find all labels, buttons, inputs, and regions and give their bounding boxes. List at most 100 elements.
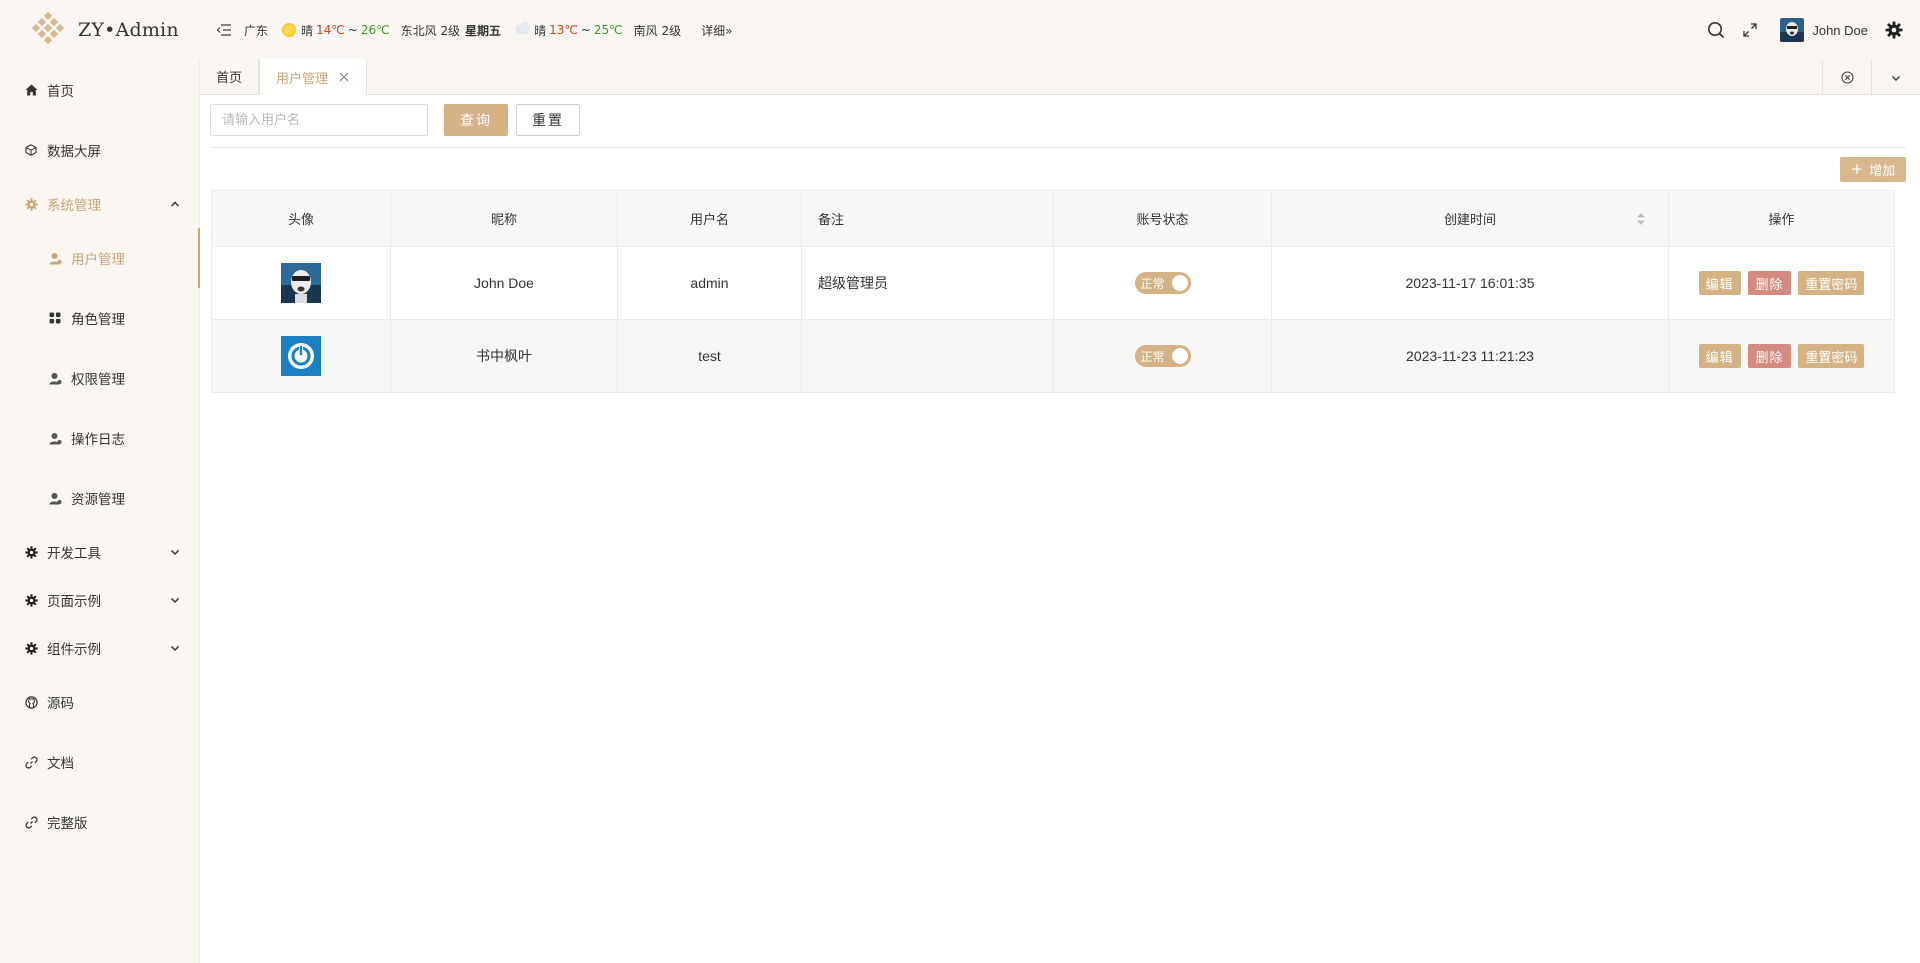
sidebar-item-full-version[interactable]: 完整版 xyxy=(0,792,199,852)
chevron-up-icon xyxy=(169,198,181,210)
column-header-status: 账号状态 xyxy=(1053,190,1272,247)
sidebar-item-label: 操作日志 xyxy=(71,432,125,448)
sidebar-item-label: 用户管理 xyxy=(71,252,125,268)
sidebar-item-resources[interactable]: 资源管理 xyxy=(0,468,199,528)
user-menu[interactable]: John Doe xyxy=(1780,18,1868,42)
close-all-tabs-icon[interactable] xyxy=(1822,60,1871,95)
sidebar-item-roles[interactable]: 角色管理 xyxy=(0,288,199,348)
chevron-down-icon xyxy=(169,642,181,654)
github-icon xyxy=(23,694,39,710)
cube-icon xyxy=(23,142,39,158)
edit-button[interactable]: 编辑 xyxy=(1698,271,1741,295)
reset-password-button[interactable]: 重置密码 xyxy=(1798,271,1865,295)
chevron-down-icon xyxy=(169,594,181,606)
weather-today-tilde: ~ xyxy=(347,23,358,37)
sidebar-item-component-examples[interactable]: 组件示例 xyxy=(0,624,199,672)
sidebar-item-logs[interactable]: 操作日志 xyxy=(0,408,199,468)
weather-widget: 广东 晴 14℃ ~ 26℃ 东北风 2级 星期五 晴 13℃ ~ 25℃ 南风… xyxy=(244,21,732,39)
sidebar-item-label: 组件示例 xyxy=(47,642,101,658)
menu-fold-icon[interactable] xyxy=(214,20,234,40)
weather-detail-link[interactable]: 详细» xyxy=(701,22,732,39)
weather-city: 广东 xyxy=(244,23,269,38)
weather-tomorrow-high: 25℃ xyxy=(593,23,623,37)
query-button[interactable]: 查询 xyxy=(444,104,508,136)
edit-button[interactable]: 编辑 xyxy=(1698,344,1741,368)
search-row: 查询 重置 xyxy=(210,104,580,136)
sidebar-item-label: 文档 xyxy=(47,756,74,772)
gear-icon xyxy=(23,640,39,656)
delete-button[interactable]: 删除 xyxy=(1748,271,1791,295)
search-input[interactable] xyxy=(210,104,428,136)
sidebar-item-page-examples[interactable]: 页面示例 xyxy=(0,576,199,624)
user-icon xyxy=(47,490,63,506)
add-user-button[interactable]: + 增加 xyxy=(1840,157,1906,182)
weather-today: 晴 14℃ ~ 26℃ 东北风 2级 星期五 xyxy=(280,21,501,39)
user-icon xyxy=(47,430,63,446)
status-toggle[interactable]: 正常 xyxy=(1134,272,1191,294)
sidebar-item-source[interactable]: 源码 xyxy=(0,672,199,732)
sidebar-item-permissions[interactable]: 权限管理 xyxy=(0,348,199,408)
close-icon[interactable] xyxy=(338,71,350,83)
tabs-bar: 首页 用户管理 xyxy=(200,59,1920,95)
toggle-knob xyxy=(1171,275,1188,291)
status-toggle-label: 正常 xyxy=(1140,276,1165,291)
cell-created: 2023-11-17 16:01:35 xyxy=(1271,246,1669,320)
gear-icon xyxy=(23,592,39,608)
sun-icon xyxy=(280,21,298,39)
fullscreen-icon[interactable] xyxy=(1740,20,1760,40)
cell-status: 正常 xyxy=(1053,319,1272,393)
column-header-created[interactable]: 创建时间 xyxy=(1271,190,1669,247)
tabs-dropdown-chevron-down-icon[interactable] xyxy=(1871,60,1920,95)
sidebar-item-dev-tools[interactable]: 开发工具 xyxy=(0,528,199,576)
search-icon[interactable] xyxy=(1706,20,1726,40)
column-header-avatar: 头像 xyxy=(211,190,391,247)
sidebar-item-system[interactable]: 系统管理 xyxy=(0,180,199,228)
cell-remark: 超级管理员 xyxy=(801,246,1054,320)
sort-icon[interactable] xyxy=(1636,212,1646,226)
sidebar-item-label: 页面示例 xyxy=(47,594,101,610)
cell-status: 正常 xyxy=(1053,246,1272,320)
status-toggle[interactable]: 正常 xyxy=(1134,345,1191,367)
weather-tomorrow-low: 13℃ xyxy=(549,23,578,37)
sidebar-item-users[interactable]: 用户管理 xyxy=(0,228,200,288)
tab-user-management[interactable]: 用户管理 xyxy=(259,59,368,95)
column-header-nickname: 昵称 xyxy=(390,190,618,247)
tabs-tools xyxy=(1822,60,1920,95)
cloud-icon xyxy=(513,21,531,39)
status-toggle-label: 正常 xyxy=(1140,349,1165,364)
gear-icon[interactable] xyxy=(1884,20,1904,40)
delete-button[interactable]: 删除 xyxy=(1748,344,1791,368)
column-header-username: 用户名 xyxy=(617,190,802,247)
reset-button[interactable]: 重置 xyxy=(516,104,580,136)
tab-home[interactable]: 首页 xyxy=(200,59,260,94)
cell-created: 2023-11-23 11:21:23 xyxy=(1271,319,1669,393)
avatar xyxy=(1780,18,1805,42)
sidebar-item-home[interactable]: 首页 xyxy=(0,60,199,120)
column-header-created-label: 创建时间 xyxy=(1443,213,1496,228)
weather-weekday: 星期五 xyxy=(465,23,502,38)
weather-tomorrow-wind: 南风 2级 xyxy=(633,23,682,38)
sidebar-item-data-screen[interactable]: 数据大屏 xyxy=(0,120,199,180)
sidebar-item-label: 首页 xyxy=(47,84,74,100)
divider xyxy=(210,147,1906,148)
weather-tomorrow-tilde: ~ xyxy=(580,23,591,37)
chevron-down-icon xyxy=(169,546,181,558)
weather-today-low: 14℃ xyxy=(316,23,345,37)
plus-icon: + xyxy=(1850,160,1864,178)
weather-tomorrow: 晴 13℃ ~ 25℃ 南风 2级 xyxy=(513,21,681,39)
avatar[interactable] xyxy=(281,263,321,303)
reset-password-button[interactable]: 重置密码 xyxy=(1798,344,1865,368)
sidebar-item-label: 完整版 xyxy=(47,816,88,832)
weather-tomorrow-condition: 晴 xyxy=(534,23,547,38)
add-button-label: 增加 xyxy=(1869,164,1896,179)
tab-label: 用户管理 xyxy=(276,71,329,87)
weather-today-high: 26℃ xyxy=(360,23,390,37)
link-icon xyxy=(23,754,39,770)
avatar[interactable] xyxy=(281,336,321,376)
column-header-actions: 操作 xyxy=(1668,190,1895,247)
sidebar-item-docs[interactable]: 文档 xyxy=(0,732,199,792)
cell-username: admin xyxy=(617,246,802,320)
cell-nickname: 书中枫叶 xyxy=(390,319,618,393)
logo[interactable]: ZY•Admin xyxy=(0,0,200,60)
cell-nickname: John Doe xyxy=(390,246,618,320)
